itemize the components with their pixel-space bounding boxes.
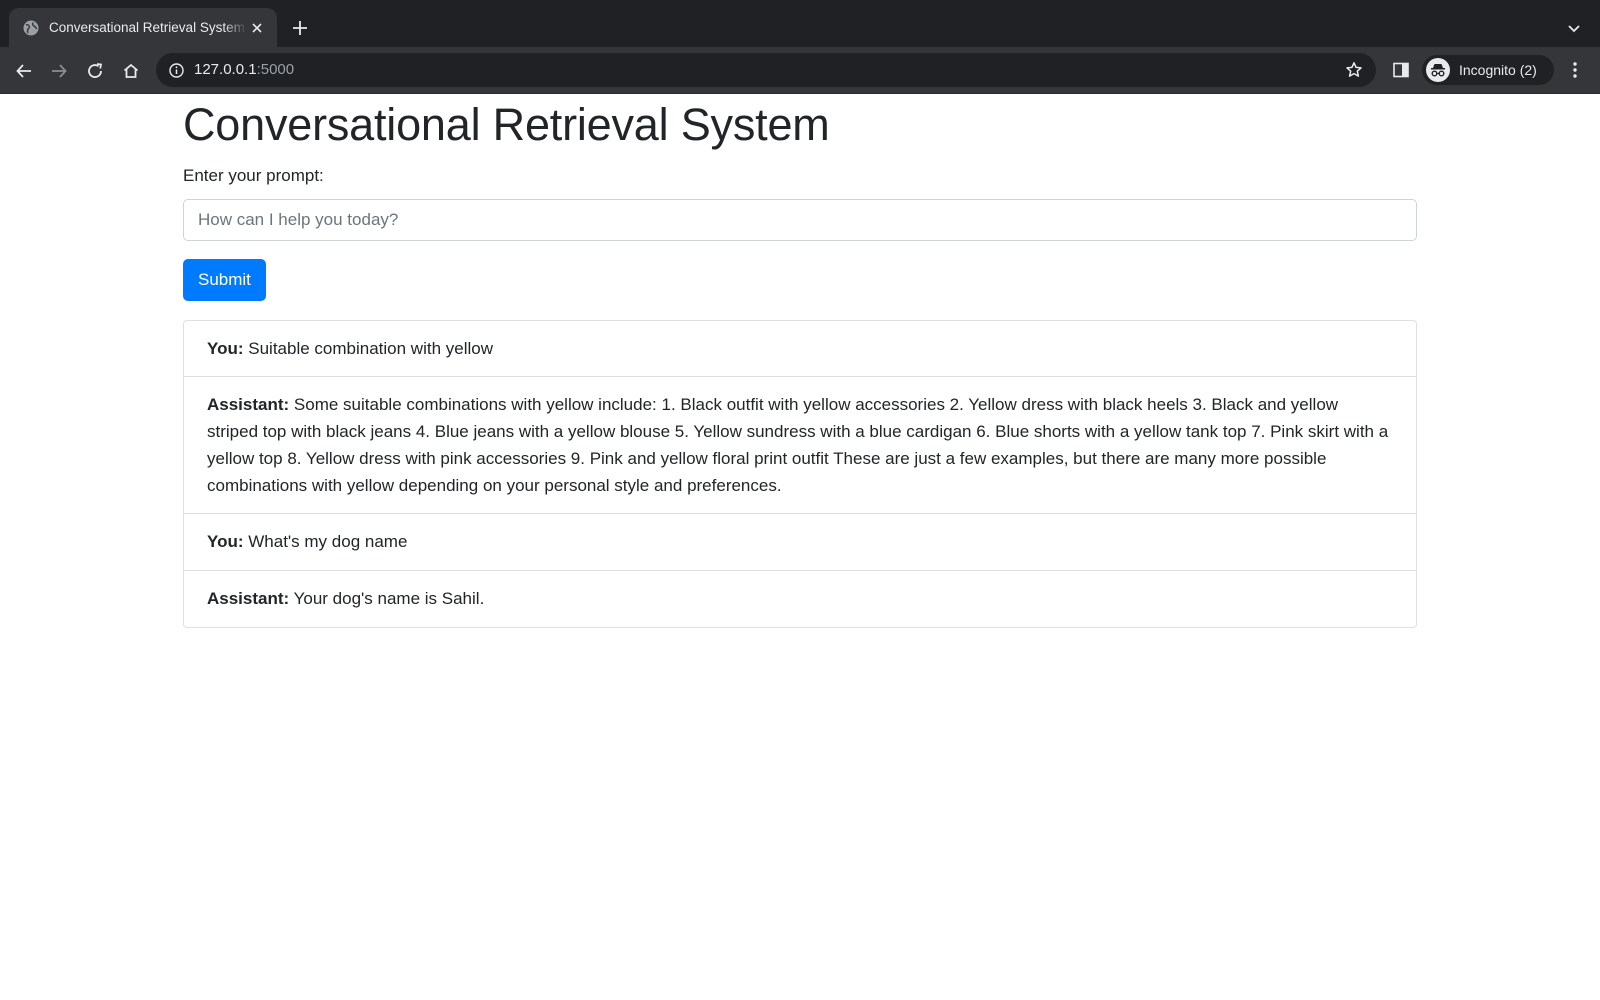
chevron-down-icon[interactable] [1562, 16, 1586, 40]
chat-message-user: You: What's my dog name [184, 513, 1416, 570]
chat-message-assistant: Assistant: Your dog's name is Sahil. [184, 570, 1416, 627]
message-text: Your dog's name is Sahil. [293, 589, 485, 609]
incognito-icon [1426, 58, 1450, 82]
star-icon[interactable] [1344, 60, 1364, 80]
address-bar[interactable]: 127.0.0.1:5000 [156, 53, 1376, 87]
tab-title: Conversational Retrieval System [49, 20, 245, 35]
prompt-input[interactable] [183, 198, 1417, 241]
message-speaker: You: [207, 532, 244, 552]
arrow-left-icon[interactable] [10, 57, 38, 85]
globe-icon [23, 20, 39, 36]
message-speaker: You: [207, 338, 244, 358]
chat-history: You: Suitable combination with yellow As… [183, 319, 1417, 629]
kebab-menu-icon[interactable] [1562, 57, 1588, 83]
info-icon[interactable] [168, 62, 184, 78]
message-text: Suitable combination with yellow [248, 338, 493, 358]
message-text: What's my dog name [248, 532, 408, 552]
browser-tab[interactable]: Conversational Retrieval System [9, 8, 277, 47]
incognito-profile-button[interactable]: Incognito (2) [1422, 55, 1554, 85]
submit-button[interactable]: Submit [183, 258, 266, 301]
chat-message-user: You: Suitable combination with yellow [184, 321, 1416, 377]
reload-icon[interactable] [81, 57, 109, 85]
chat-message-assistant: Assistant: Some suitable combinations wi… [184, 376, 1416, 513]
browser-toolbar: 127.0.0.1:5000 Incognito (2) [0, 47, 1600, 94]
close-icon[interactable] [247, 18, 267, 38]
prompt-label: Enter your prompt: [183, 165, 324, 185]
plus-icon[interactable] [288, 16, 312, 40]
arrow-right-icon[interactable] [45, 57, 73, 85]
page-viewport: Conversational Retrieval System Enter yo… [0, 94, 1600, 1000]
url-port: :5000 [256, 61, 295, 78]
message-speaker: Assistant: [207, 395, 290, 415]
message-speaker: Assistant: [207, 589, 290, 609]
browser-tabstrip: Conversational Retrieval System [0, 0, 1600, 47]
profile-label: Incognito (2) [1459, 62, 1537, 78]
page-title: Conversational Retrieval System [183, 99, 830, 150]
url-host: 127.0.0.1 [194, 61, 257, 78]
home-icon[interactable] [117, 57, 145, 85]
side-panel-icon[interactable] [1388, 57, 1414, 83]
url-text: 127.0.0.1:5000 [194, 53, 294, 87]
main-container: Conversational Retrieval System Enter yo… [183, 94, 1417, 629]
message-text: Some suitable combinations with yellow i… [207, 395, 1389, 495]
